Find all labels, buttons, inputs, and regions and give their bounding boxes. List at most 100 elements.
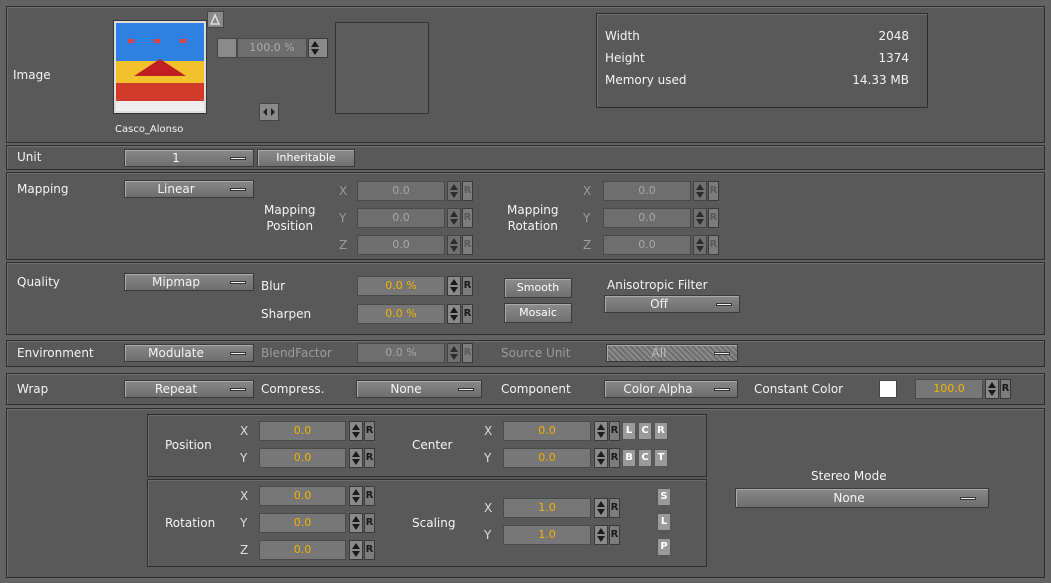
rotation-y-reset[interactable]: R	[364, 513, 375, 533]
rotation-x-stepper[interactable]	[349, 486, 363, 506]
mapping-pos-x-field[interactable]: 0.0	[357, 181, 445, 201]
position-x-stepper[interactable]	[349, 421, 363, 441]
environment-dropdown[interactable]: Modulate	[124, 344, 254, 362]
compress-label: Compress.	[261, 382, 325, 396]
constant-color-reset[interactable]: R	[1000, 379, 1011, 399]
environment-panel: Environment Modulate BlendFactor 0.0 % R…	[6, 340, 1045, 367]
stereo-mode-dropdown[interactable]: None	[735, 488, 989, 508]
rotation-x-label: X	[240, 489, 249, 503]
sharpen-reset[interactable]: R	[462, 304, 473, 324]
sharpen-stepper[interactable]	[447, 304, 461, 324]
mapping-rot-z-stepper[interactable]	[693, 235, 707, 255]
align-left-button[interactable]: L	[622, 422, 636, 440]
mapping-rot-x-stepper[interactable]	[693, 181, 707, 201]
align-top-button[interactable]: T	[654, 449, 668, 467]
center-x-reset[interactable]: R	[609, 421, 620, 441]
scale-lock-button[interactable]: L	[657, 513, 671, 531]
align-bottom-button[interactable]: B	[622, 449, 636, 467]
anisotropic-filter-dropdown[interactable]: Off	[604, 295, 740, 313]
rotation-z-field[interactable]: 0.0	[259, 540, 346, 560]
scaling-x-stepper[interactable]	[594, 498, 608, 518]
mapping-rot-x-field[interactable]: 0.0	[603, 181, 691, 201]
center-y-field[interactable]: 0.0	[503, 448, 591, 468]
rotation-z-reset[interactable]: R	[364, 540, 375, 560]
stereo-mode-label: Stereo Mode	[811, 469, 887, 483]
center-y-stepper[interactable]	[594, 448, 608, 468]
rotation-z-stepper[interactable]	[349, 540, 363, 560]
blur-reset[interactable]: R	[462, 276, 473, 296]
inheritable-button[interactable]: Inheritable	[257, 149, 355, 167]
scaling-y-reset[interactable]: R	[609, 525, 620, 545]
align-center-h-button[interactable]: C	[638, 422, 652, 440]
constant-color-swatch[interactable]	[879, 380, 897, 398]
sharpen-field[interactable]: 0.0 %	[357, 304, 445, 324]
mapping-pos-z-reset[interactable]: R	[462, 235, 473, 255]
center-x-stepper[interactable]	[594, 421, 608, 441]
mapping-pos-y-reset[interactable]: R	[462, 208, 473, 228]
unit-dropdown-value: 1	[172, 151, 180, 165]
compress-dropdown[interactable]: None	[356, 380, 482, 398]
scale-uniform-button[interactable]: S	[657, 488, 671, 506]
center-y-reset[interactable]: R	[609, 448, 620, 468]
blendfactor-stepper	[447, 343, 461, 363]
position-x-reset[interactable]: R	[364, 421, 375, 441]
mapping-rot-y-label: Y	[583, 211, 591, 225]
center-x-field[interactable]: 0.0	[503, 421, 591, 441]
height-label: Height	[605, 51, 645, 65]
mosaic-button[interactable]: Mosaic	[504, 303, 572, 323]
mapping-rot-x-label: X	[583, 184, 592, 198]
constant-color-field[interactable]: 100.0	[915, 379, 983, 399]
mapping-pos-y-field[interactable]: 0.0	[357, 208, 445, 228]
mapping-pos-z-stepper[interactable]	[447, 235, 461, 255]
mapping-rot-y-reset[interactable]: R	[708, 208, 719, 228]
constant-color-stepper[interactable]	[985, 379, 999, 399]
image-expand-icon[interactable]	[259, 103, 279, 121]
quality-dropdown[interactable]: Mipmap	[124, 273, 254, 291]
image-toggle-button[interactable]	[217, 38, 237, 58]
mapping-pos-z-field[interactable]: 0.0	[357, 235, 445, 255]
align-center-v-button[interactable]: C	[638, 449, 652, 467]
mapping-pos-y-stepper[interactable]	[447, 208, 461, 228]
mapping-pos-x-stepper[interactable]	[447, 181, 461, 201]
mapping-rot-x-reset[interactable]: R	[708, 181, 719, 201]
image-thumbnail[interactable]	[113, 20, 207, 114]
rotation-y-field[interactable]: 0.0	[259, 513, 346, 533]
mapping-rot-y-stepper[interactable]	[693, 208, 707, 228]
mapping-pos-z-label: Z	[339, 238, 348, 252]
width-label: Width	[605, 29, 640, 43]
position-y-stepper[interactable]	[349, 448, 363, 468]
mapping-rot-z-field[interactable]: 0.0	[603, 235, 691, 255]
position-y-reset[interactable]: R	[364, 448, 375, 468]
scale-proportional-button[interactable]: P	[657, 538, 671, 556]
sharpen-label: Sharpen	[261, 307, 312, 321]
mapping-rot-z-reset[interactable]: R	[708, 235, 719, 255]
image-browse-icon[interactable]	[207, 11, 224, 28]
scaling-x-reset[interactable]: R	[609, 498, 620, 518]
mapping-dropdown[interactable]: Linear	[124, 180, 254, 198]
rotation-y-stepper[interactable]	[349, 513, 363, 533]
quality-dropdown-value: Mipmap	[152, 275, 200, 289]
position-y-field[interactable]: 0.0	[259, 448, 346, 468]
position-x-field[interactable]: 0.0	[259, 421, 346, 441]
wrap-dropdown-value: Repeat	[154, 382, 198, 396]
scaling-x-field[interactable]: 1.0	[503, 498, 591, 518]
rotation-x-reset[interactable]: R	[364, 486, 375, 506]
height-value: 1374	[878, 51, 909, 65]
image-zoom-field[interactable]: 100.0 %	[237, 38, 307, 58]
smooth-button[interactable]: Smooth	[504, 278, 572, 298]
rotation-x-field[interactable]: 0.0	[259, 486, 346, 506]
component-dropdown[interactable]: Color Alpha	[604, 380, 738, 398]
blur-stepper[interactable]	[447, 276, 461, 296]
mapping-pos-x-reset[interactable]: R	[462, 181, 473, 201]
blur-field[interactable]: 0.0 %	[357, 276, 445, 296]
memory-value: 14.33 MB	[852, 73, 909, 87]
blur-label: Blur	[261, 279, 286, 293]
scaling-y-stepper[interactable]	[594, 525, 608, 545]
mapping-rot-y-field[interactable]: 0.0	[603, 208, 691, 228]
align-right-button[interactable]: R	[654, 422, 668, 440]
scaling-y-field[interactable]: 1.0	[503, 525, 591, 545]
image-zoom-stepper[interactable]	[308, 38, 328, 58]
unit-dropdown[interactable]: 1	[124, 149, 254, 167]
dropdown-arrow-icon	[230, 352, 246, 355]
wrap-dropdown[interactable]: Repeat	[124, 380, 254, 398]
